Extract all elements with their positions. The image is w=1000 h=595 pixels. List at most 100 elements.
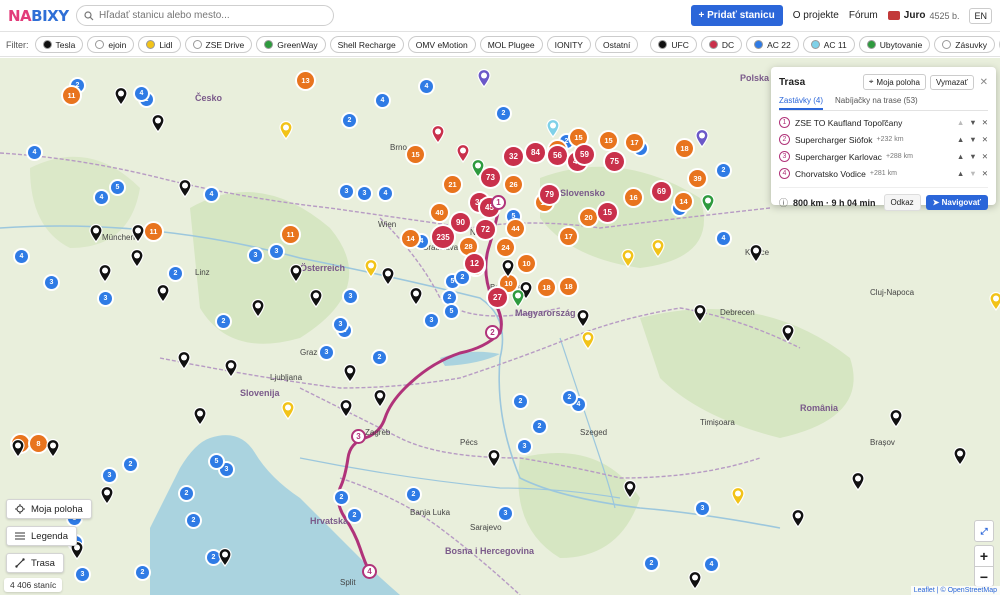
network-chip[interactable]: GreenWay [256,36,326,53]
charger-cluster-ac[interactable]: 5 [445,305,458,318]
tesla-pin[interactable] [192,406,208,426]
charger-cluster-mixed[interactable]: 13 [297,72,314,89]
charger-cluster-mixed[interactable]: 10 [518,255,535,272]
search-box[interactable] [76,5,334,26]
tesla-pin[interactable] [217,547,233,567]
charger-cluster-ac[interactable]: 3 [249,249,262,262]
remove-stop-icon[interactable]: ✕ [982,152,988,161]
network-chip[interactable]: ejoin [87,36,135,53]
lidl-pin[interactable] [730,486,746,506]
about-link[interactable]: O projekte [793,10,839,21]
move-down-icon[interactable]: ▼ [969,169,976,178]
charger-cluster-ac[interactable]: 2 [443,291,456,304]
lidl-pin[interactable] [620,248,636,268]
charger-cluster-ac[interactable]: 4 [205,188,218,201]
network-chip[interactable]: IONITY [546,36,591,53]
tesla-pin[interactable] [408,286,424,306]
tesla-pin[interactable] [177,178,193,198]
network-chip[interactable]: Tesla [34,36,84,53]
clear-route-button[interactable]: Vymazať [930,74,974,90]
charger-cluster-ac[interactable]: 3 [499,507,512,520]
charger-cluster-mixed[interactable]: 11 [282,226,299,243]
move-up-icon[interactable]: ▲ [957,118,964,127]
charger-cluster-ac[interactable]: 5 [210,455,223,468]
tesla-pin[interactable] [45,438,61,458]
add-station-button[interactable]: + Pridať stanicu [690,5,783,26]
charger-cluster-dc[interactable]: 56 [548,146,567,165]
charger-cluster-ac[interactable]: 4 [95,191,108,204]
tesla-pin[interactable] [622,479,638,499]
charger-cluster-mixed[interactable]: 18 [676,140,693,157]
route-stop-row[interactable]: 1 ZSE TO Kaufland Topoľčany ▲ ▼ ✕ [779,114,988,131]
tesla-pin[interactable] [250,298,266,318]
charger-cluster-ac[interactable]: 2 [373,351,386,364]
network-chip[interactable]: ZSE Drive [184,36,253,53]
charger-cluster-mixed[interactable]: 17 [560,228,577,245]
tesla-pin[interactable] [97,263,113,283]
charger-cluster-dc[interactable]: 69 [652,182,671,201]
charger-cluster-dc[interactable]: 59 [575,145,594,164]
tab-stops[interactable]: Zastávky (4) [779,96,824,110]
tesla-pin[interactable] [99,485,115,505]
charger-cluster-dc[interactable]: 90 [451,213,470,232]
lidl-pin[interactable] [988,291,1000,311]
logo[interactable]: NABIXY [8,7,69,25]
charger-cluster-mixed[interactable]: 39 [689,170,706,187]
charger-cluster-ac[interactable]: 2 [348,509,361,522]
charger-cluster-ac[interactable]: 2 [514,395,527,408]
tesla-pin[interactable] [575,308,591,328]
charger-cluster-mixed[interactable]: 26 [505,176,522,193]
charger-cluster-ac[interactable]: 4 [15,250,28,263]
charger-cluster-mixed[interactable]: 15 [600,132,617,149]
tesla-pin[interactable] [748,243,764,263]
charger-cluster-ac[interactable]: 4 [376,94,389,107]
charger-cluster-ac[interactable]: 4 [705,558,718,571]
route-stop-row[interactable]: 2 Supercharger Siófok +232 km ▲ ▼ ✕ [779,131,988,148]
language-switch[interactable]: EN [969,7,992,24]
charger-cluster-mixed[interactable]: 16 [625,189,642,206]
lidl-pin[interactable] [650,238,666,258]
charger-cluster-ac[interactable]: 4 [28,146,41,159]
tesla-pin[interactable] [500,258,516,278]
network-chip[interactable]: OMV eMotion [407,36,476,53]
remove-stop-icon[interactable]: ✕ [982,118,988,127]
user-menu[interactable]: Juro 4525 b. [887,10,959,21]
route-stop-row[interactable]: 4 Chorvatsko Vodice +281 km ▲ ▼ ✕ [779,165,988,182]
network-chip[interactable]: Lidl [138,36,181,53]
charger-cluster-dc[interactable]: 12 [465,254,484,273]
fullscreen-icon[interactable]: ⤢ [975,521,993,541]
my-location-button[interactable]: Moja poloha [6,499,92,519]
charger-cluster-mixed[interactable]: 18 [560,278,577,295]
charger-cluster-mixed[interactable]: 18 [538,279,555,296]
route-stop-marker[interactable]: 1 [491,195,506,210]
move-down-icon[interactable]: ▼ [969,152,976,161]
charger-cluster-ac[interactable]: 3 [334,318,347,331]
network-chip[interactable]: Shell Recharge [329,36,404,53]
tesla-pin[interactable] [129,248,145,268]
link-button[interactable]: Odkaz [883,194,921,211]
charger-cluster-dc[interactable]: 15 [598,203,617,222]
tesla-pin[interactable] [176,350,192,370]
charger-cluster-dc[interactable]: 75 [605,152,624,171]
charger-cluster-ac[interactable]: 3 [45,276,58,289]
charger-cluster-ac[interactable]: 3 [358,187,371,200]
navigate-button[interactable]: ➤ Navigovať [925,195,988,210]
charger-cluster-ac[interactable]: 4 [379,187,392,200]
charger-cluster-ac[interactable]: 3 [344,290,357,303]
charger-cluster-mixed[interactable]: 11 [145,223,162,240]
type-chip[interactable]: Ubytovanie [858,36,931,53]
charger-cluster-ac[interactable]: 3 [270,245,283,258]
charger-cluster-mixed[interactable]: 28 [460,238,477,255]
tesla-pin[interactable] [342,363,358,383]
charger-cluster-dc[interactable]: 72 [476,220,495,239]
charger-cluster-ac[interactable]: 2 [187,514,200,527]
route-stop-row[interactable]: 3 Supercharger Karlovac +288 km ▲ ▼ ✕ [779,148,988,165]
charger-cluster-ac[interactable]: 2 [456,271,469,284]
charger-cluster-mixed[interactable]: 11 [63,87,80,104]
charger-cluster-ac[interactable]: 2 [533,420,546,433]
charger-cluster-ac[interactable]: 5 [111,181,124,194]
charger-cluster-ac[interactable]: 2 [563,391,576,404]
charger-cluster-ac[interactable]: 3 [425,314,438,327]
remove-stop-icon[interactable]: ✕ [982,135,988,144]
charger-cluster-ac[interactable]: 2 [217,315,230,328]
